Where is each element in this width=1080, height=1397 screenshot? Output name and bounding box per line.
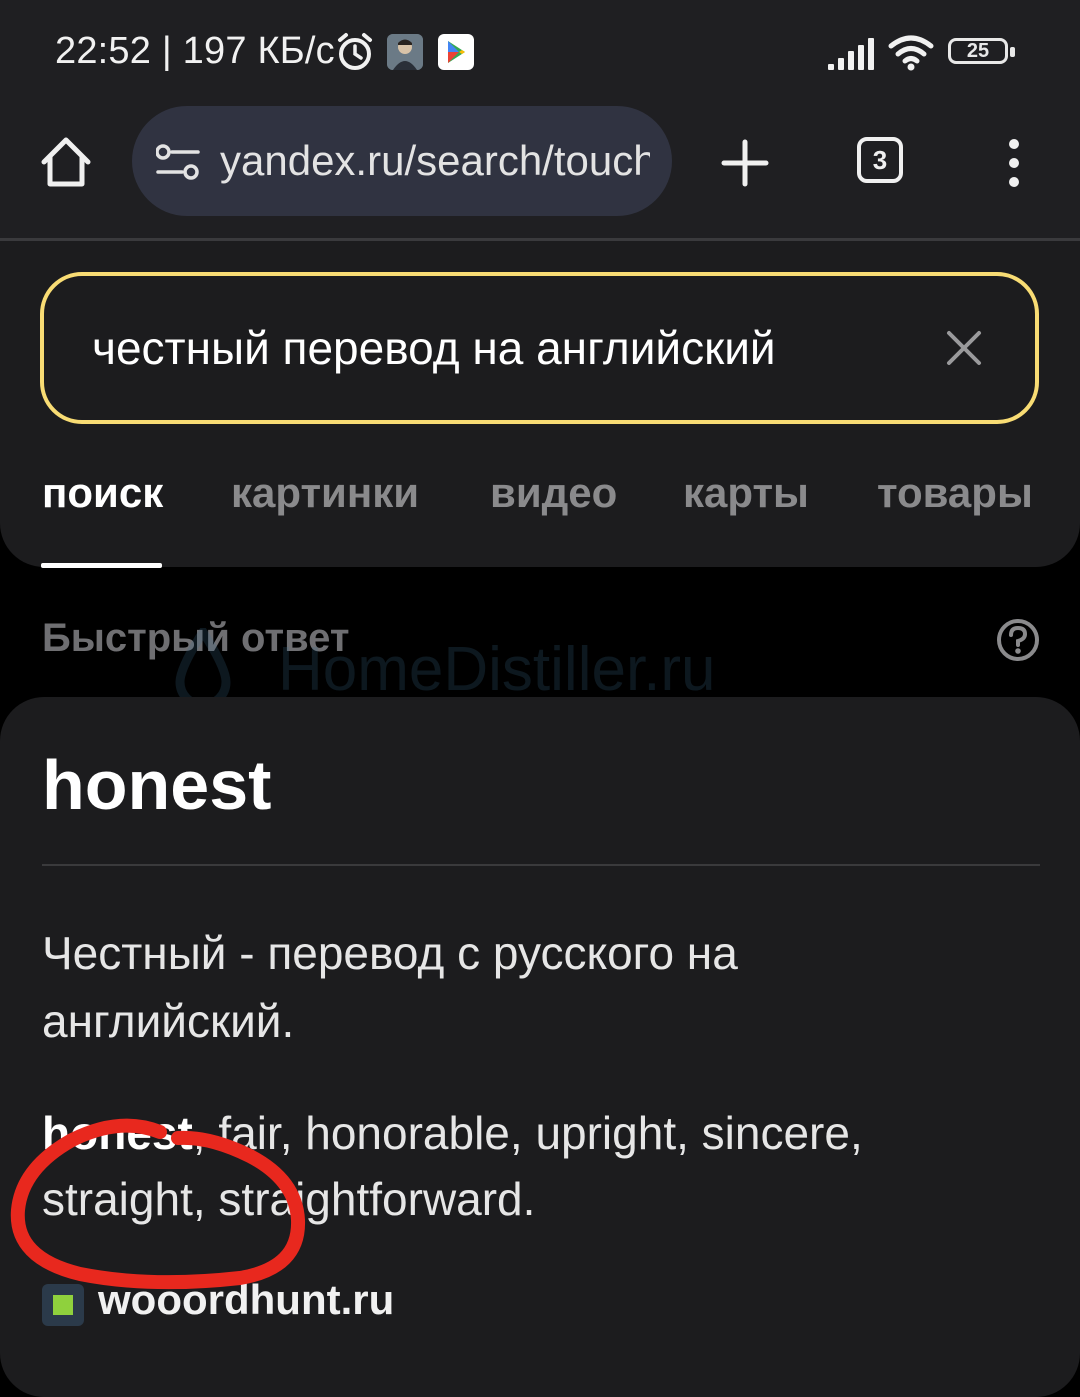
clear-icon[interactable] [944,328,984,368]
site-settings-icon[interactable] [156,144,200,180]
watermark-text: HomeDistiller.ru [278,635,716,704]
translation-primary: honest [42,1107,193,1159]
tab-search[interactable]: поиск [42,469,163,517]
tab-video[interactable]: видео [490,469,617,517]
card-divider [42,864,1040,866]
browser-header: 22:52 | 197 КБ/с 25 yandex.ru/search/tou… [0,0,1080,238]
tab-switcher-button[interactable]: 3 [857,137,903,183]
status-bar: 22:52 | 197 КБ/с 25 [0,0,1080,100]
home-icon[interactable] [38,134,94,190]
translation-list: honest, fair, honorable, upright, sincer… [42,1100,1002,1232]
search-input[interactable]: честный перевод на английский [40,272,1039,424]
tab-images[interactable]: картинки [231,469,419,517]
tab-count: 3 [872,145,888,175]
quick-answer-card: honest Честный - перевод с русского на а… [0,697,1080,1397]
play-store-icon [438,34,474,70]
answer-title: honest [42,746,272,824]
battery-level: 25 [966,40,990,62]
search-query[interactable]: честный перевод на английский [92,276,776,420]
source-name[interactable]: wooordhunt.ru [98,1276,394,1324]
answer-description: Честный - перевод с русского на английск… [42,927,738,1047]
search-header: честный перевод на английский поиск карт… [0,241,1080,568]
signal-icon [828,38,874,70]
status-time-speed: 22:52 | 197 КБ/с [55,30,335,72]
active-tab-indicator [41,563,162,568]
url-text[interactable]: yandex.ru/search/touch [220,106,650,216]
alarm-icon [338,33,372,70]
source-favicon-icon [42,1284,84,1326]
help-icon[interactable] [996,618,1040,662]
tab-maps[interactable]: карты [683,469,809,517]
tab-goods[interactable]: товары [877,469,1033,517]
plus-icon[interactable] [720,138,770,188]
battery-icon: 25 [948,38,1018,68]
avatar-icon [387,34,423,70]
address-bar[interactable]: yandex.ru/search/touch [132,106,672,216]
wifi-icon [888,35,934,71]
menu-dots-icon[interactable] [1000,138,1028,188]
